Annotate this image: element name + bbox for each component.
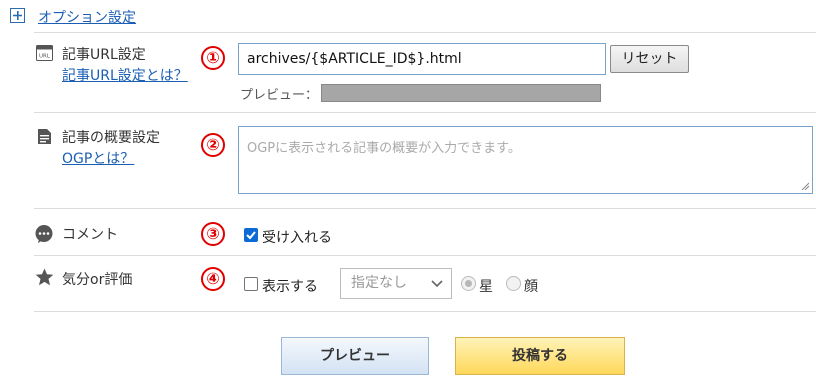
number-badge-1: ① — [201, 46, 225, 70]
article-url-input[interactable]: archives/{$ARTICLE_ID$}.html — [238, 43, 606, 75]
show-rating-label[interactable]: 表示する — [262, 276, 318, 296]
section-divider — [34, 255, 816, 256]
options-settings-link[interactable]: オプション設定 — [38, 7, 136, 27]
summary-textarea[interactable]: OGPに表示される記事の概要が入力できます。 — [238, 126, 813, 194]
number-badge-3: ③ — [201, 222, 225, 246]
radio-star-label[interactable]: 星 — [479, 276, 493, 296]
document-icon — [36, 128, 53, 149]
checkmark-icon — [246, 231, 256, 240]
speech-bubble-icon — [34, 224, 54, 248]
rating-select[interactable]: 指定なし — [340, 268, 452, 299]
number-badge-2: ② — [201, 133, 225, 157]
url-preview-value — [321, 84, 601, 102]
preview-label: プレビュー： — [240, 88, 319, 103]
show-rating-checkbox[interactable] — [244, 277, 258, 291]
section-divider — [34, 112, 816, 113]
accept-comments-label[interactable]: 受け入れる — [262, 227, 332, 247]
accept-comments-checkbox[interactable] — [244, 228, 258, 242]
url-setting-label: 記事URL設定 — [62, 47, 146, 63]
section-divider — [34, 208, 816, 209]
rating-select-value: 指定なし — [351, 275, 407, 291]
chevron-down-icon — [431, 280, 443, 288]
summary-setting-label: 記事の概要設定 — [62, 130, 160, 146]
section-divider — [34, 32, 816, 33]
ogp-help-link[interactable]: OGPとは？ — [62, 148, 134, 168]
radio-star[interactable] — [461, 276, 476, 291]
expand-toggle[interactable] — [10, 8, 25, 23]
radio-face[interactable] — [506, 276, 521, 291]
comment-label: コメント — [62, 227, 118, 243]
summary-placeholder: OGPに表示される記事の概要が入力できます。 — [247, 141, 521, 156]
reset-button[interactable]: リセット — [610, 45, 689, 73]
url-icon: URL — [36, 45, 53, 65]
url-setting-help-link[interactable]: 記事URL設定とは？ — [62, 65, 188, 85]
number-badge-4: ④ — [201, 267, 225, 291]
resize-grip-icon[interactable] — [801, 182, 809, 190]
radio-face-label[interactable]: 顔 — [524, 276, 538, 296]
rating-label: 気分or評価 — [62, 272, 133, 288]
post-button[interactable]: 投稿する — [455, 337, 625, 375]
section-divider — [34, 311, 816, 312]
preview-button[interactable]: プレビュー — [281, 337, 429, 375]
star-icon — [35, 268, 54, 290]
plus-box-icon — [13, 11, 22, 20]
svg-text:URL: URL — [39, 54, 51, 60]
